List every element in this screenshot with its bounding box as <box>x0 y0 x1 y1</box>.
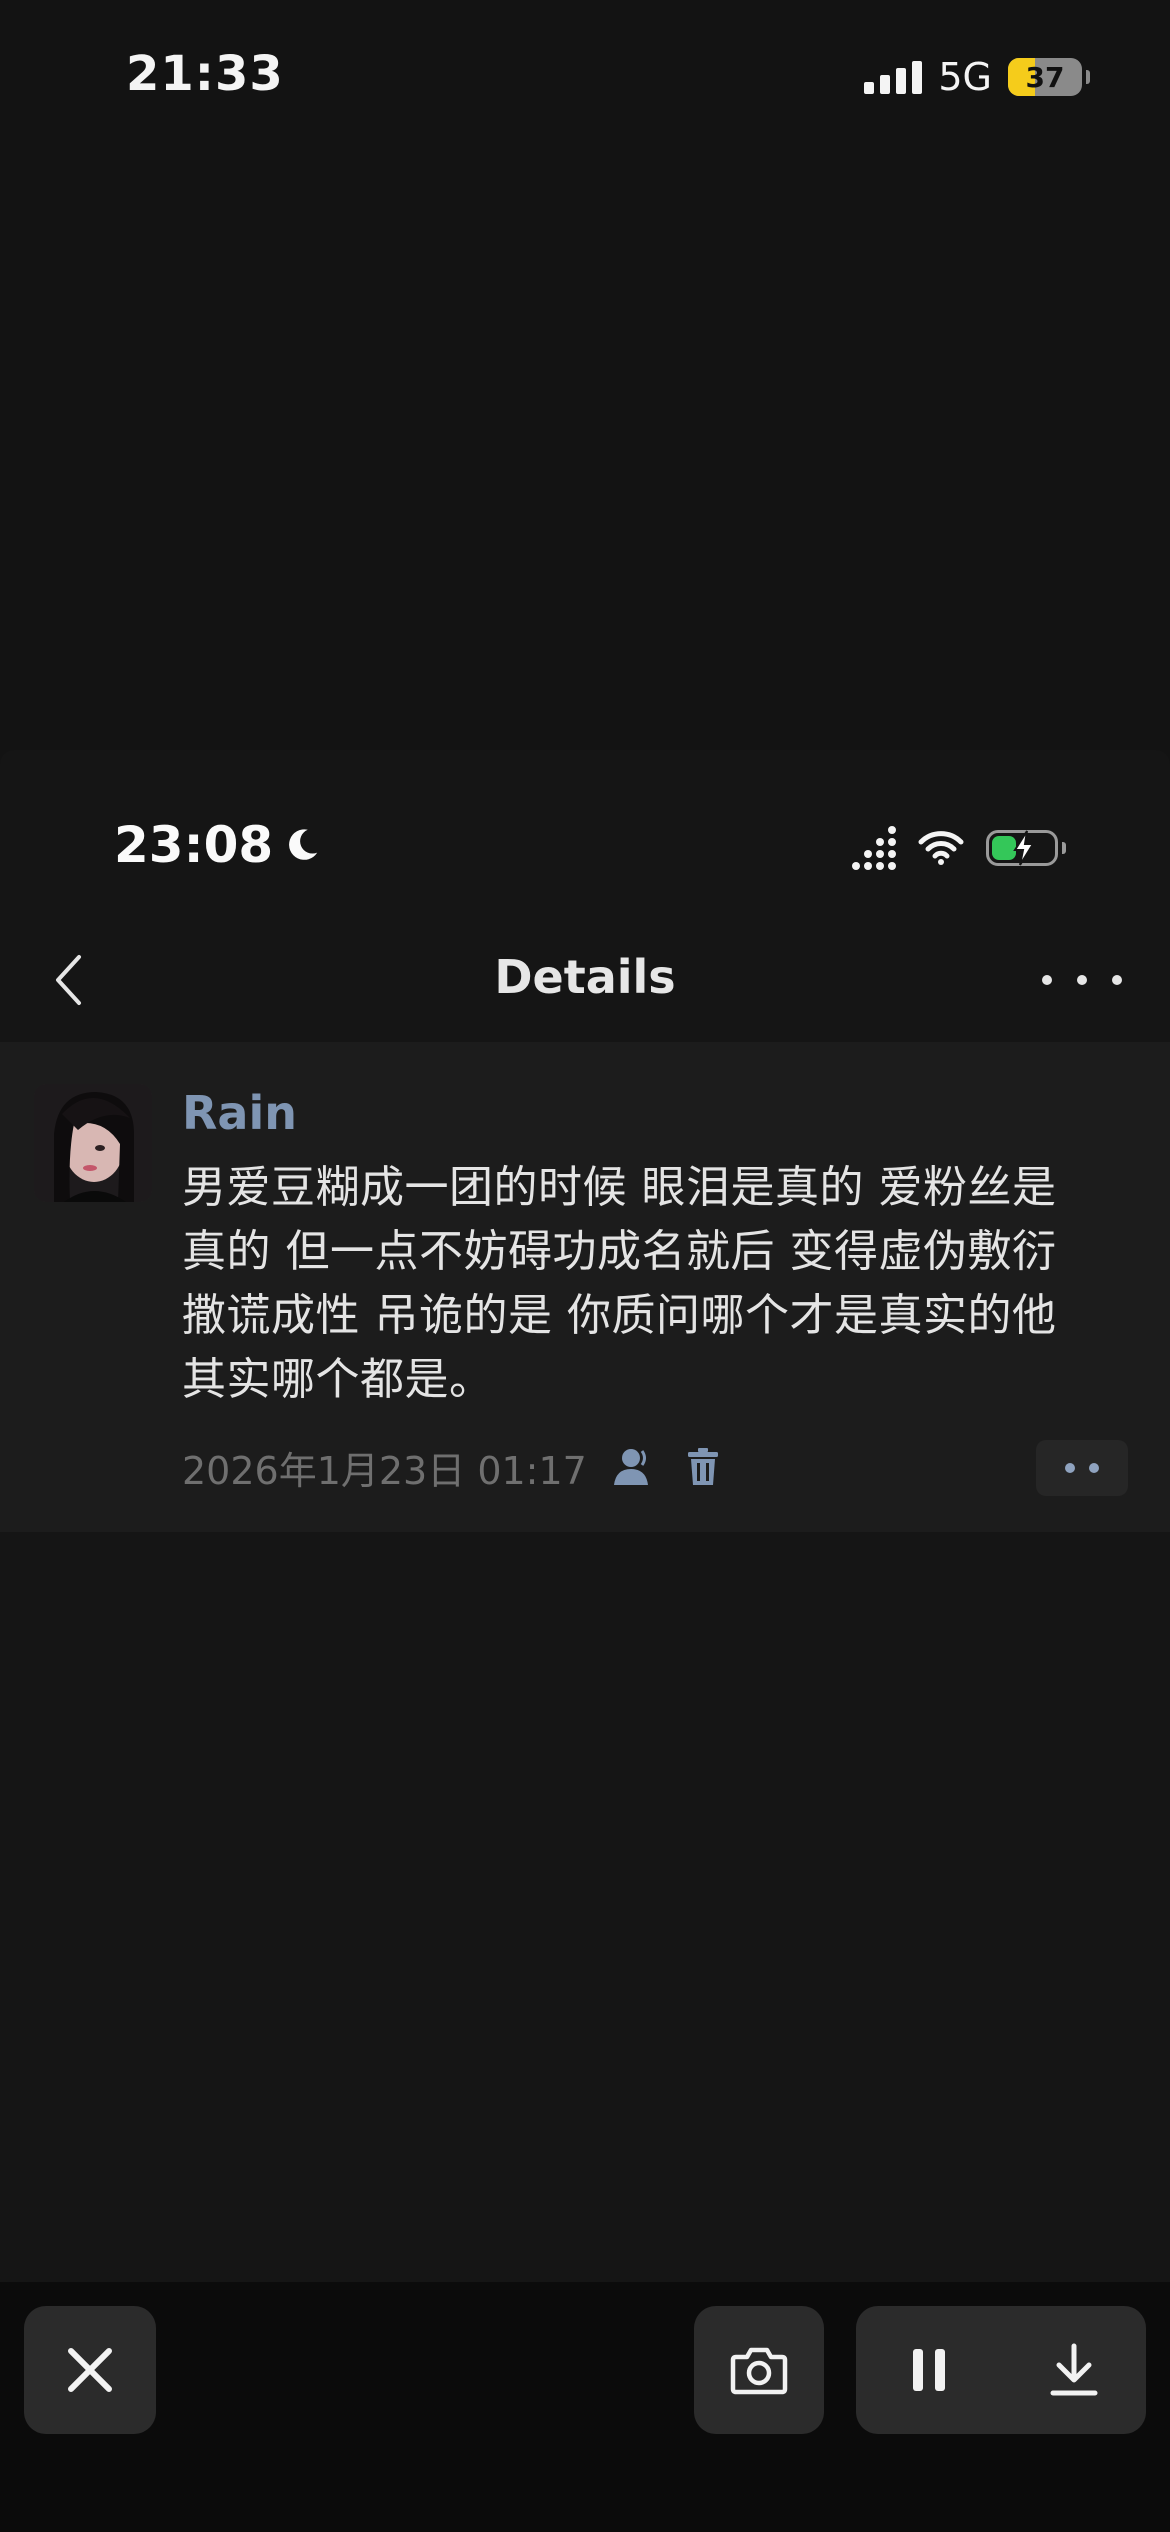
close-icon <box>68 2348 112 2392</box>
post-content: 男爱豆糊成一团的时候 眼泪是真的 爱粉丝是 真的 但一点不妨碍功成名就后 变得虚… <box>182 1156 1140 1412</box>
cellular-signal-icon <box>864 60 923 94</box>
page-title: Details <box>494 950 676 1004</box>
post-meta: 2026年1月23日 01:17 <box>182 1442 727 1493</box>
more-dot <box>1042 975 1052 985</box>
post-content-line: 真的 但一点不妨碍功成名就后 变得虚伪敷衍 <box>182 1226 1057 1277</box>
network-type: 5G <box>938 55 992 99</box>
pause-icon <box>912 2349 945 2391</box>
playback-controls <box>856 2306 1146 2434</box>
post-more-button[interactable] <box>1036 1440 1128 1496</box>
screen-recording-viewer: 21:33 5G 37 23:08 Details Rain 男爱豆糊成一团的时… <box>0 0 1170 2532</box>
battery-percent: 37 <box>1025 60 1065 94</box>
pause-button[interactable] <box>874 2320 984 2420</box>
more-dot <box>1112 975 1122 985</box>
recorder-toolbar <box>0 2282 1170 2532</box>
outer-status-time: 21:33 <box>126 46 284 102</box>
inner-status-time-group: 23:08 <box>114 816 321 874</box>
camera-icon <box>730 2347 788 2395</box>
moon-icon <box>289 829 318 860</box>
close-button[interactable] <box>24 2306 156 2434</box>
username[interactable]: Rain <box>182 1086 297 1140</box>
post-content-line: 撒谎成性 吊诡的是 你质问哪个才是真实的他 <box>182 1290 1057 1341</box>
visibility-person-button[interactable] <box>609 1443 657 1491</box>
avatar[interactable] <box>34 1084 152 1202</box>
download-button[interactable] <box>1019 2320 1129 2420</box>
inner-status-indicators <box>852 826 1066 870</box>
inner-status-time: 23:08 <box>114 816 274 874</box>
more-options-button[interactable] <box>1042 960 1122 1000</box>
post-content-line: 其实哪个都是。 <box>182 1354 494 1405</box>
charging-battery-icon <box>986 830 1058 866</box>
outer-status-bar: 21:33 5G 37 <box>0 0 1170 160</box>
post-card: Rain 男爱豆糊成一团的时候 眼泪是真的 爱粉丝是 真的 但一点不妨碍功成名就… <box>0 1042 1170 1532</box>
delete-button[interactable] <box>679 1443 727 1491</box>
more-dot <box>1077 975 1087 985</box>
trash-icon <box>687 1448 718 1485</box>
post-content-line: 男爱豆糊成一团的时候 眼泪是真的 爱粉丝是 <box>182 1162 1057 1213</box>
battery-cap <box>1086 70 1090 84</box>
cellular-signal-icon <box>852 826 896 870</box>
nav-bar: Details <box>0 930 1170 1030</box>
screenshot-button[interactable] <box>694 2306 824 2434</box>
charging-bolt-icon <box>1013 830 1035 866</box>
avatar-image <box>34 1084 152 1202</box>
outer-status-indicators: 5G 37 <box>864 52 1090 102</box>
post-timestamp: 2026年1月23日 01:17 <box>182 1448 587 1493</box>
recorded-screenshot: 23:08 Details Rain 男爱豆糊成一团的时候 眼泪是真的 爱粉丝是… <box>0 750 1170 2282</box>
wifi-icon <box>918 831 964 865</box>
battery-cap <box>1062 842 1066 854</box>
inner-status-bar: 23:08 <box>0 750 1170 930</box>
download-icon <box>1050 2343 1097 2396</box>
person-icon <box>613 1449 648 1485</box>
more-dot <box>1089 1463 1099 1473</box>
battery-icon: 37 <box>1008 58 1082 96</box>
more-dot <box>1065 1463 1075 1473</box>
